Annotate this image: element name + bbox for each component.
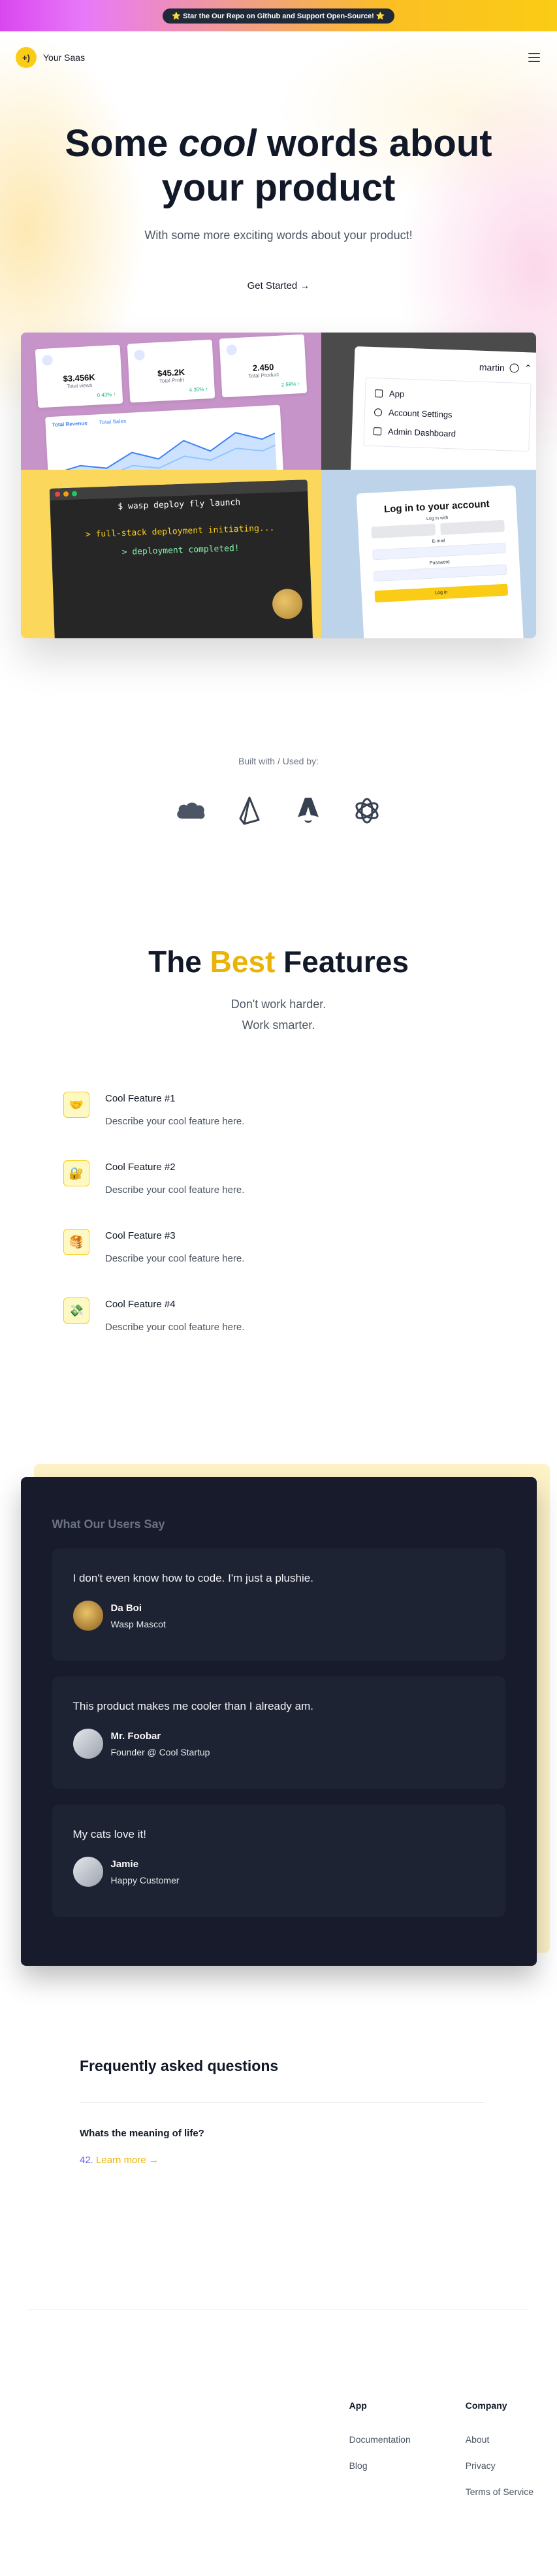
eye-icon [42, 355, 54, 366]
hero-section: Some cool words about your product With … [0, 84, 557, 638]
footer-link-terms[interactable]: Terms of Service [466, 2486, 533, 2497]
testimonial-card: My cats love it! Jamie Happy Customer [52, 1804, 505, 1917]
brand-name: Your Saas [43, 52, 86, 63]
revenue-chart-card: Total Revenue Total Sales [45, 404, 284, 470]
openai-logo-icon [349, 792, 385, 829]
learn-more-link[interactable]: Learn more → [96, 2155, 159, 2166]
page: ⭐️ Star the Our Repo on Github and Suppo… [0, 0, 557, 2576]
salesforce-logo-icon [172, 792, 209, 829]
footer-link-about[interactable]: About [466, 2434, 533, 2445]
feature-name: Cool Feature #1 [105, 1093, 176, 1104]
testimonial-quote: I don't even know how to code. I'm just … [72, 1572, 313, 1584]
app-icon [374, 389, 383, 398]
footer-link-blog[interactable]: Blog [349, 2460, 411, 2471]
terminal-preview: $ wasp deploy fly launch > full-stack de… [21, 470, 321, 638]
cart-icon [134, 350, 146, 361]
prisma-logo-icon [231, 792, 268, 829]
testimonials-panel: What Our Users Say I don't even know how… [20, 1477, 537, 1966]
features-subtitle: Don't work harder. Work smarter. [231, 998, 326, 1032]
stat-card: 2.450 Total Product 2.59% ↑ [219, 334, 308, 398]
footer-heading: App [349, 2400, 367, 2411]
bag-icon [226, 344, 238, 355]
stat-card: $45.2K Total Profit 4.35% ↑ [127, 339, 215, 403]
faq-section: Frequently asked questions Whats the mea… [80, 2057, 485, 2166]
testimonial-name: Da Boi [110, 1602, 142, 1614]
testimonials-heading: What Our Users Say [52, 1518, 165, 1531]
footer-column-company: Company About Privacy Terms of Service [466, 2400, 533, 2497]
divider [80, 2102, 485, 2103]
feature-name: Cool Feature #2 [105, 1162, 176, 1173]
money-icon: 💸 [63, 1297, 89, 1324]
testimonial-card: I don't even know how to code. I'm just … [52, 1548, 505, 1661]
features-section: The Best Features Don't work harder. Work… [0, 944, 557, 1366]
testimonial-quote: My cats love it! [72, 1828, 146, 1840]
logo-icon: +) [16, 47, 37, 68]
logo-cloud [0, 792, 557, 829]
features-title: The Best Features [148, 945, 409, 979]
dashboard-preview: $3.456K Total views 0.43% ↑ $45.2K Total… [21, 333, 321, 470]
hero-title: Some cool words about your product [65, 122, 492, 209]
get-started-button[interactable]: Get Started → [247, 280, 310, 291]
testimonial-role: Happy Customer [110, 1874, 180, 1885]
footer-heading: Company [465, 2400, 507, 2411]
faq-answer: 42. Learn more → [80, 2155, 159, 2166]
feature-name: Cool Feature #3 [105, 1230, 176, 1241]
testimonial-role: Wasp Mascot [110, 1618, 166, 1629]
feature-description: Describe your cool feature here. [105, 1116, 245, 1127]
github-star-link[interactable]: ⭐️ Star the Our Repo on Github and Suppo… [163, 8, 394, 24]
testimonial-role: Founder @ Cool Startup [110, 1746, 210, 1757]
handshake-icon: 🤝 [63, 1092, 89, 1118]
footer-link-documentation[interactable]: Documentation [349, 2434, 411, 2445]
user-icon [509, 363, 520, 373]
footer-divider [27, 2309, 530, 2310]
announcement-banner: ⭐️ Star the Our Repo on Github and Suppo… [0, 0, 557, 31]
testimonial-quote: This product makes me cooler than I alre… [72, 1700, 314, 1712]
avatar [72, 1729, 103, 1759]
avatar [72, 1601, 103, 1631]
testimonial-card: This product makes me cooler than I alre… [52, 1676, 505, 1789]
astro-logo-icon [290, 792, 326, 829]
pancakes-icon: 🥞 [63, 1229, 89, 1255]
login-form-card: Log in to your account Log in with E-mai… [356, 485, 524, 638]
hamburger-menu-icon[interactable] [528, 50, 544, 65]
hero-subtitle: With some more exciting words about your… [144, 229, 413, 242]
user-menu-preview: martin ⌃ App Account Settings Admin Dash… [321, 333, 536, 470]
footer-link-privacy[interactable]: Privacy [466, 2460, 533, 2471]
stat-card: $3.456K Total views 0.43% ↑ [35, 344, 123, 408]
testimonial-name: Jamie [110, 1858, 139, 1870]
chevron-up-icon: ⌃ [524, 363, 532, 374]
feature-description: Describe your cool feature here. [105, 1322, 245, 1333]
user-dropdown-card: martin ⌃ App Account Settings Admin Dash… [350, 346, 536, 470]
feature-name: Cool Feature #4 [105, 1299, 176, 1310]
lock-icon: 🔐 [63, 1160, 89, 1186]
built-with-title: Built with / Used by: [238, 756, 319, 766]
footer: App Documentation Blog Company About Pri… [0, 2400, 557, 2497]
feature-description: Describe your cool feature here. [105, 1184, 245, 1196]
feature-list: 🤝 Cool Feature #1 Describe your cool feat… [63, 1092, 557, 1366]
avatar [72, 1857, 103, 1887]
faq-question: Whats the meaning of life? [80, 2128, 204, 2139]
gear-icon [374, 408, 383, 417]
terminal-window: $ wasp deploy fly launch > full-stack de… [49, 480, 313, 638]
testimonials-section: What Our Users Say I don't even know how… [20, 1464, 550, 1966]
feature-item: 🥞 Cool Feature #3 Describe your cool feat… [63, 1229, 557, 1297]
footer-column-app: App Documentation Blog [349, 2400, 411, 2497]
login-preview: Log in to your account Log in with E-mai… [321, 470, 536, 638]
hero-product-collage: $3.456K Total views 0.43% ↑ $45.2K Total… [21, 333, 536, 638]
feature-item: 🔐 Cool Feature #2 Describe your cool feat… [63, 1160, 557, 1229]
brand[interactable]: +) Your Saas [16, 47, 85, 68]
feature-item: 🤝 Cool Feature #1 Describe your cool feat… [63, 1092, 557, 1160]
built-with-section: Built with / Used by: [0, 756, 557, 829]
testimonial-name: Mr. Foobar [110, 1730, 161, 1742]
mascot-image [272, 588, 303, 620]
feature-item: 💸 Cool Feature #4 Describe your cool feat… [63, 1297, 557, 1366]
faq-title: Frequently asked questions [80, 2057, 279, 2074]
feature-description: Describe your cool feature here. [105, 1253, 245, 1264]
navbar: +) Your Saas [0, 31, 557, 84]
dashboard-icon [373, 427, 382, 435]
